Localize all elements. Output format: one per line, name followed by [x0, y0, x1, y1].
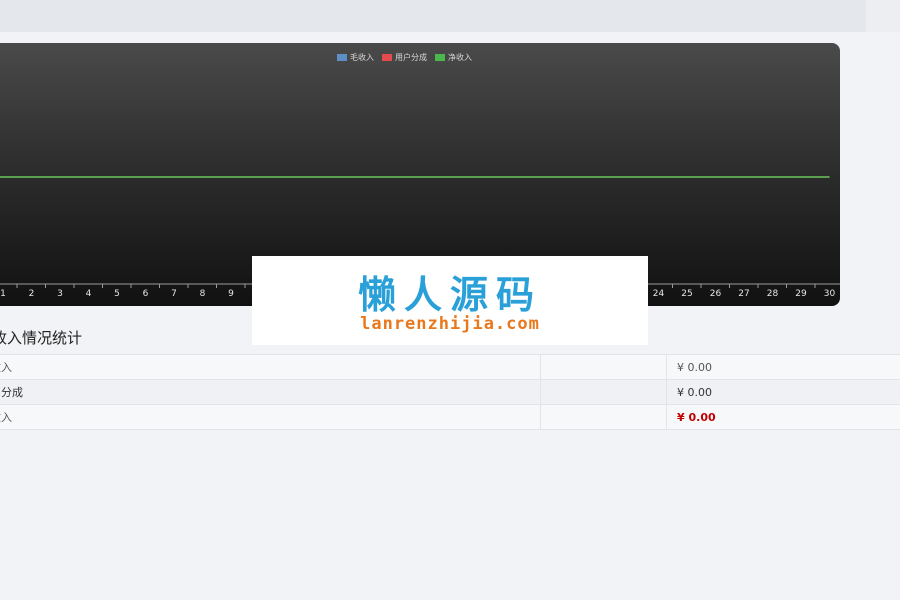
table-row: 收入 ¥ 0.00: [0, 404, 900, 430]
stats-label-net: 收入: [0, 404, 541, 430]
x-tick-label: 3: [57, 289, 63, 299]
legend-swatch-user-share: [382, 54, 392, 61]
x-tick-label: 24: [653, 289, 665, 299]
x-tick-label: 29: [795, 289, 807, 299]
x-tick-label: 7: [171, 289, 177, 299]
legend-swatch-net: [435, 54, 445, 61]
x-tick-label: 1: [0, 289, 6, 299]
stats-blank-cell: [540, 354, 667, 380]
watermark-subtitle: lanrenzhijia.com: [360, 314, 540, 334]
watermark-overlay: 懒人源码 lanrenzhijia.com: [252, 256, 648, 345]
x-tick-label: 8: [200, 289, 206, 299]
x-tick-label: 9: [228, 289, 234, 299]
income-stats-table: 收入 ¥ 0.00 户分成 ¥ 0.00 收入 ¥ 0.00: [0, 354, 900, 430]
legend-item-net[interactable]: 净收入: [435, 52, 472, 63]
legend-swatch-gross: [337, 54, 347, 61]
x-tick-label: 26: [710, 289, 722, 299]
section-title: 收入情况统计: [0, 329, 83, 347]
stats-value-gross: ¥ 0.00: [666, 354, 900, 380]
top-bar-corner: [866, 0, 900, 32]
stats-value-net: ¥ 0.00: [666, 404, 900, 430]
x-tick-label: 5: [114, 289, 120, 299]
x-tick-label: 6: [143, 289, 149, 299]
x-tick-label: 30: [824, 289, 836, 299]
stats-blank-cell: [540, 379, 667, 405]
watermark-title: 懒人源码: [357, 272, 542, 317]
x-tick-label: 2: [29, 289, 35, 299]
legend-label-net: 净收入: [448, 53, 472, 62]
stats-value-user-share: ¥ 0.00: [666, 379, 900, 405]
table-row: 户分成 ¥ 0.00: [0, 379, 900, 405]
legend-item-user-share[interactable]: 用户分成: [382, 52, 427, 63]
top-bar: [0, 0, 900, 32]
stats-label-user-share: 户分成: [0, 379, 541, 405]
chart-legend: 毛收入 用户分成 净收入: [337, 52, 472, 63]
stats-blank-cell: [540, 404, 667, 430]
legend-label-user-share: 用户分成: [395, 53, 427, 62]
x-tick-label: 4: [86, 289, 92, 299]
legend-label-gross: 毛收入: [350, 53, 374, 62]
x-tick-label: 25: [681, 289, 692, 299]
table-row: 收入 ¥ 0.00: [0, 354, 900, 380]
stats-label-gross: 收入: [0, 354, 541, 380]
x-tick-label: 27: [738, 289, 749, 299]
x-tick-label: 28: [767, 289, 779, 299]
legend-item-gross[interactable]: 毛收入: [337, 52, 374, 63]
